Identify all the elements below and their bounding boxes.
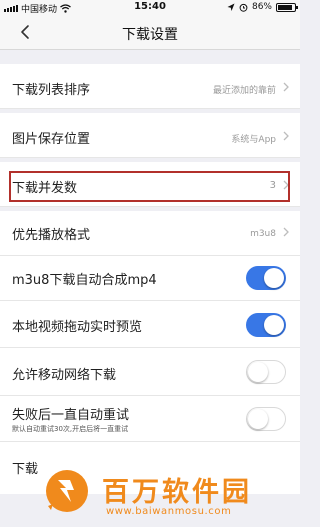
concurrent-downloads-value: 3 [269, 180, 276, 191]
chevron-right-icon [283, 82, 289, 92]
auto-merge-mp4-toggle[interactable] [246, 266, 286, 290]
mobile-network-label: 允许移动网络下载 [12, 368, 117, 383]
partial-row-label: 下载 [12, 462, 39, 477]
toggle-knob [264, 315, 284, 335]
watermark: 百万软件园 www.baiwanmosu.com [36, 460, 296, 527]
concurrent-downloads-label: 下载并发数 [12, 181, 78, 196]
local-preview-toggle[interactable] [246, 313, 286, 337]
preferred-format-label: 优先播放格式 [12, 228, 91, 243]
alarm-icon [239, 3, 248, 12]
setting-row-preferred-format[interactable]: 优先播放格式 m3u8 [0, 211, 300, 256]
watermark-text: 百万软件园 [102, 477, 252, 508]
auto-retry-sublabel: 默认自动重试30次,开启后将一直重试 [12, 425, 129, 433]
download-sort-label: 下载列表排序 [12, 83, 91, 98]
location-icon [227, 3, 235, 11]
preferred-format-value: m3u8 [250, 229, 276, 239]
status-bar: 中国移动 15:40 86% [0, 0, 300, 16]
auto-retry-label: 失败后一直自动重试 [12, 408, 130, 423]
download-sort-value: 最近添加的靠前 [212, 86, 276, 96]
chevron-right-icon [283, 131, 289, 141]
setting-row-auto-merge-mp4: m3u8下载自动合成mp4 [0, 256, 300, 301]
nav-bar: 下载设置 [0, 16, 300, 50]
battery-level [278, 4, 292, 10]
watermark-url: www.baiwanmosu.com [106, 506, 232, 517]
setting-row-download-sort[interactable]: 下载列表排序 最近添加的靠前 [0, 64, 300, 109]
setting-row-local-preview: 本地视频拖动实时预览 [0, 301, 300, 348]
battery-icon [276, 2, 298, 12]
auto-retry-toggle[interactable] [246, 407, 286, 431]
image-save-location-value: 系统与App [231, 135, 276, 145]
toggle-knob [264, 268, 284, 288]
image-save-location-label: 图片保存位置 [12, 132, 91, 147]
toggle-knob [248, 409, 268, 429]
mobile-network-toggle[interactable] [246, 360, 286, 384]
watermark-logo-icon [46, 470, 88, 512]
setting-row-concurrent-downloads[interactable]: 下载并发数 3 [0, 162, 300, 207]
auto-merge-mp4-label: m3u8下载自动合成mp4 [12, 273, 157, 288]
setting-row-mobile-network: 允许移动网络下载 [0, 348, 300, 396]
setting-row-auto-retry: 失败后一直自动重试 默认自动重试30次,开启后将一直重试 [0, 396, 300, 442]
battery-percent: 86% [251, 2, 272, 12]
toggle-knob [248, 362, 268, 382]
page-title: 下载设置 [122, 27, 178, 43]
chevron-right-icon [283, 227, 289, 237]
local-preview-label: 本地视频拖动实时预览 [12, 320, 143, 335]
setting-row-image-save-location[interactable]: 图片保存位置 系统与App [0, 113, 300, 158]
status-right: 86% [227, 2, 298, 12]
chevron-right-icon [283, 180, 289, 190]
